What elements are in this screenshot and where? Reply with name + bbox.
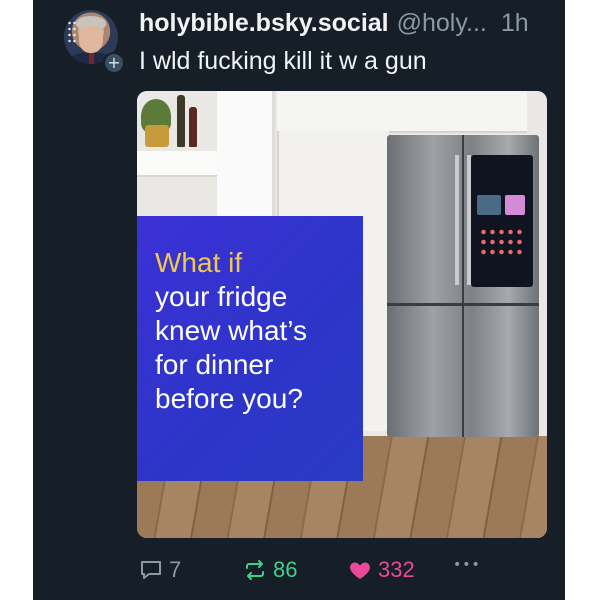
fridge-drawer-seam (387, 303, 539, 306)
author-handle[interactable]: @holy... (397, 9, 487, 38)
post-text: I wld fucking kill it w a gun (139, 47, 427, 75)
upper-cabinets (277, 91, 527, 133)
kitchen-window (217, 91, 275, 221)
promo-accent-text: What if (155, 247, 243, 278)
promo-text: What if your fridge knew what’s for dinn… (155, 246, 355, 416)
repost-icon (246, 560, 264, 580)
post-header: holybible.bsky.social @holy... 1h (139, 9, 559, 37)
bottle (189, 107, 197, 147)
plant-pot (145, 125, 169, 147)
shelf (137, 151, 217, 177)
fridge-handle (455, 155, 459, 285)
heart-icon (350, 562, 370, 579)
promo-overlay: What if your fridge knew what’s for dinn… (137, 216, 363, 481)
post-card[interactable]: + holybible.bsky.social @holy... 1h I wl… (33, 0, 565, 600)
like-button[interactable]: 332 (348, 557, 415, 583)
follow-plus-button[interactable]: + (103, 52, 125, 74)
more-options-button[interactable]: ••• (453, 557, 481, 573)
reply-count: 7 (169, 557, 182, 582)
author-display-name[interactable]: holybible.bsky.social (139, 9, 389, 38)
post-actions: 7 86 332 ••• (139, 557, 539, 585)
reply-bubble-icon (141, 561, 161, 579)
more-dots-icon: ••• (453, 557, 481, 573)
avatar-tie (89, 52, 94, 64)
fridge-screen-app (505, 195, 525, 215)
fridge-screen (471, 155, 533, 287)
fridge-door-seam (462, 135, 464, 437)
post-timestamp[interactable]: 1h (501, 9, 529, 38)
like-count: 332 (378, 557, 415, 582)
fridge-screen-photo (477, 195, 501, 215)
avatar-face (79, 25, 103, 53)
repost-button[interactable]: 86 (243, 557, 297, 583)
fridge (387, 135, 539, 437)
post-media-image[interactable]: What if your fridge knew what’s for dinn… (137, 91, 547, 538)
repost-count: 86 (273, 557, 298, 582)
bottle (177, 95, 185, 147)
promo-body-text: your fridge knew what’s for dinner befor… (155, 281, 308, 414)
reply-button[interactable]: 7 (139, 557, 181, 583)
fridge-screen-icons (479, 227, 525, 257)
